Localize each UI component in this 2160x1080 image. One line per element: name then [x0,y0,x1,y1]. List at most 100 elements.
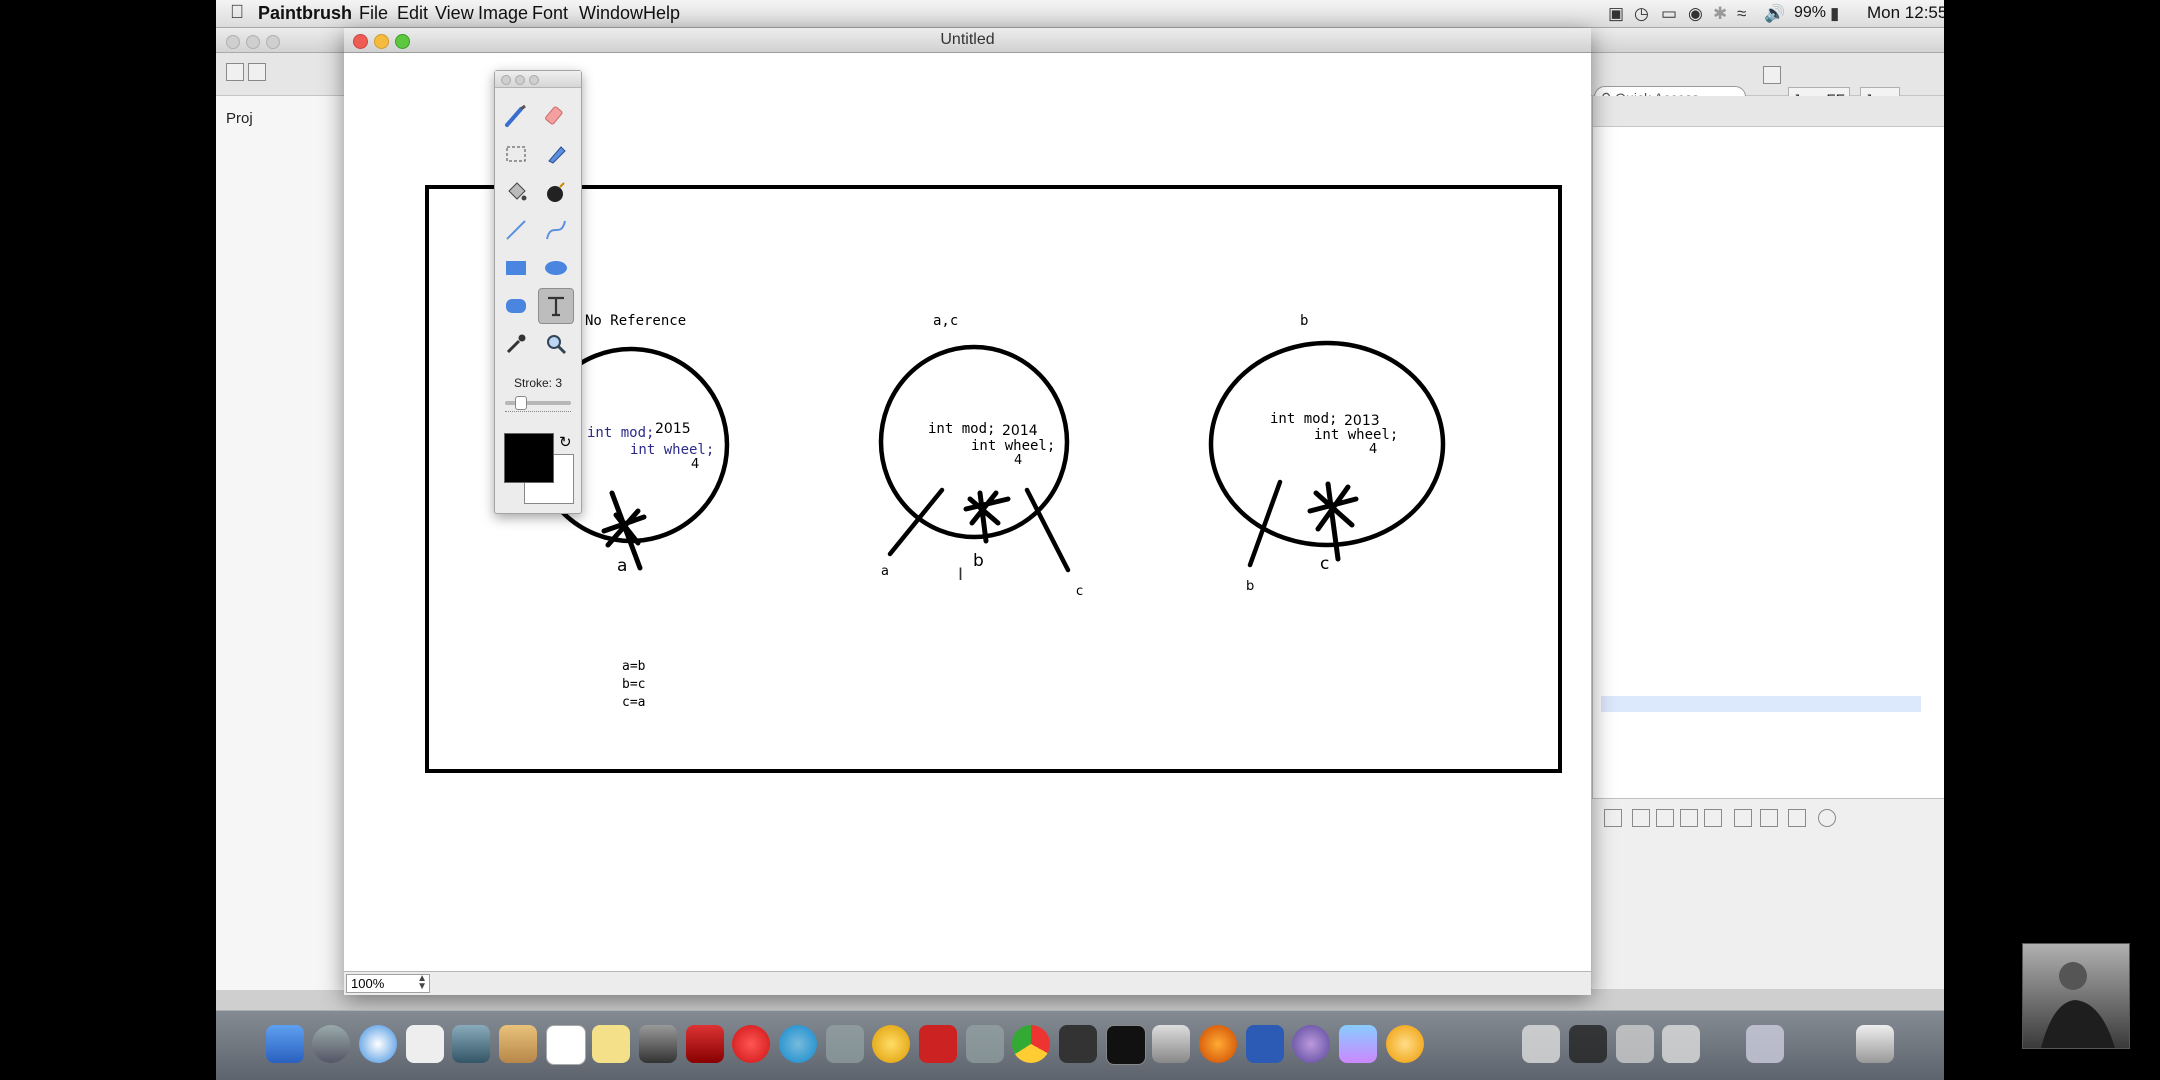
text-icon[interactable] [538,288,574,324]
zoom-level-field[interactable]: 100% ▲ ▼ [346,974,430,993]
project-explorer-tab[interactable]: Proj [226,110,253,127]
itunes-icon[interactable] [732,1025,770,1063]
eraser-icon[interactable] [539,99,573,133]
open-perspective-icon[interactable] [1763,66,1781,84]
obj1-year: 2015 [655,421,691,437]
console-tool-icon[interactable] [1656,809,1674,827]
coins-app-icon[interactable] [872,1025,910,1063]
menu-font[interactable]: Font [532,3,568,24]
menu-window[interactable]: Window [579,3,643,24]
zoom-stepper-icon[interactable]: ▲ ▼ [417,974,427,992]
display-icon[interactable]: ▭ [1661,4,1677,24]
obj1-wheels: 4 [691,457,699,472]
flower-app-icon[interactable] [1386,1025,1424,1063]
palette-close-button[interactable] [501,75,511,85]
eyedropper-icon[interactable] [499,327,533,361]
binoculars-icon[interactable]: ◉ [1688,4,1703,24]
finder-icon[interactable] [266,1025,304,1063]
obj1-line1: int mod; [587,425,654,441]
zoom-level-value: 100% [351,976,385,991]
new-icon[interactable] [226,63,244,81]
console-tool-icon[interactable] [1604,809,1622,827]
console-tool-icon[interactable] [1632,809,1650,827]
app-store-icon[interactable] [779,1025,817,1063]
menu-view[interactable]: View [435,3,474,24]
chrome-icon[interactable] [1012,1025,1050,1063]
paintbrush-icon[interactable] [499,99,533,133]
stroke-slider-knob[interactable] [515,396,527,410]
line-icon[interactable] [499,213,533,247]
console-tool-icon[interactable] [1680,809,1698,827]
photo-app-icon[interactable] [686,1025,724,1063]
notes-status-icon[interactable]: ▣ [1608,4,1624,24]
terminal-icon[interactable] [1106,1025,1146,1065]
volume-icon[interactable]: 🔊 [1764,4,1785,24]
lasso-select-icon[interactable] [539,137,573,171]
firefox-icon[interactable] [1199,1025,1237,1063]
minimized-window-icon[interactable] [1522,1025,1560,1063]
database-icon[interactable] [1152,1025,1190,1063]
console-tool-icon[interactable] [1734,809,1752,827]
zoom-icon[interactable] [539,327,573,361]
time-machine-icon[interactable]: ◷ [1634,4,1649,24]
assignment-3: c=a [622,695,645,710]
obj3-wheels: 4 [1369,442,1377,457]
photo-booth-icon[interactable] [639,1025,677,1063]
rounded-rect-icon[interactable] [499,289,533,323]
safari-icon[interactable] [359,1025,397,1063]
menu-image[interactable]: Image [478,3,528,24]
paintbrush-app-icon[interactable] [1339,1025,1377,1063]
dock [216,1010,1944,1080]
bluetooth-icon[interactable]: ✱ [1713,4,1727,24]
apps-grid-icon[interactable] [406,1025,444,1063]
obj2-left-label: a [881,564,889,579]
palette-minimize-button[interactable] [515,75,525,85]
palette-zoom-button[interactable] [529,75,539,85]
eclipse-icon[interactable] [1292,1025,1330,1063]
obj2-mid-label: b [973,551,984,571]
apple-icon[interactable]:  [230,2,244,24]
console-tool-icon[interactable] [1818,809,1836,827]
save-icon[interactable] [248,63,266,81]
console-tool-icon[interactable] [1760,809,1778,827]
launchpad-icon[interactable] [312,1025,350,1063]
menu-edit[interactable]: Edit [397,3,428,24]
calendar-icon[interactable] [546,1025,586,1065]
eclipse-zoom-button[interactable] [266,35,280,49]
minimized-window-icon[interactable] [1662,1025,1700,1063]
trash-icon[interactable] [1856,1025,1894,1063]
minimized-window-icon[interactable] [1569,1025,1607,1063]
notes-icon[interactable] [592,1025,630,1063]
word-icon[interactable] [1246,1025,1284,1063]
console-tool-icon[interactable] [1788,809,1806,827]
mail-icon[interactable] [452,1025,490,1063]
contacts-icon[interactable] [499,1025,537,1063]
wifi-icon[interactable]: ≈ [1737,4,1746,24]
bomb-icon[interactable] [539,175,573,209]
foreground-color-swatch[interactable] [504,433,554,483]
unknown-app-icon[interactable] [966,1025,1004,1063]
swap-colors-icon[interactable]: ↻ [559,433,572,451]
menu-file[interactable]: File [359,3,388,24]
fill-bucket-icon[interactable] [499,175,533,209]
menu-app-name[interactable]: Paintbrush [258,3,352,24]
eclipse-close-button[interactable] [226,35,240,49]
heading-a-c: a,c [933,313,958,329]
battery-icon[interactable]: ▮ [1830,4,1839,24]
rect-select-icon[interactable] [499,137,533,171]
console-tool-icon[interactable] [1704,809,1722,827]
unknown-app-icon[interactable] [826,1025,864,1063]
lava-app-icon[interactable] [919,1025,957,1063]
menubar-clock[interactable]: Mon 12:55 AM [1867,3,1944,23]
obj2-line2: int wheel; [971,438,1055,454]
curve-icon[interactable] [539,213,573,247]
outline-selected-row[interactable] [1601,696,1921,712]
downloads-stack-icon[interactable] [1746,1025,1784,1063]
rectangle-icon[interactable] [499,251,533,285]
ellipse-icon[interactable] [539,251,573,285]
sublime-text-icon[interactable] [1059,1025,1097,1063]
eclipse-minimize-button[interactable] [246,35,260,49]
menu-help[interactable]: Help [643,3,680,24]
minimized-window-icon[interactable] [1616,1025,1654,1063]
stroke-slider[interactable] [505,396,571,410]
